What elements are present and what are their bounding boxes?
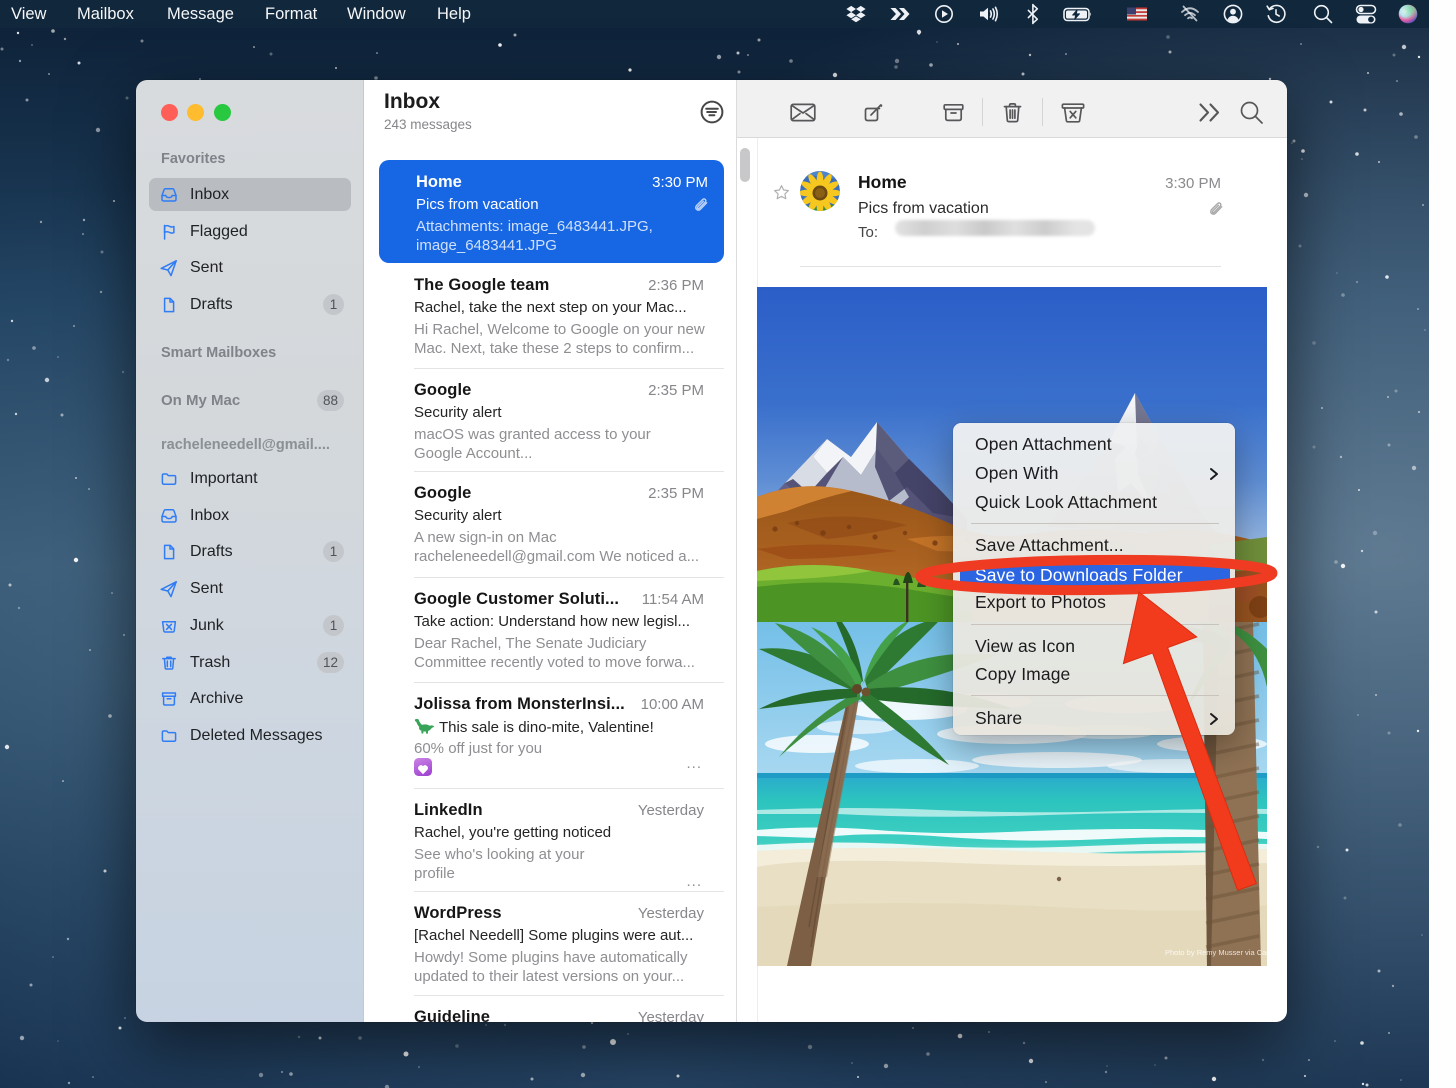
svg-text:Photo by Remy Musser via Canva: Photo by Remy Musser via Canva bbox=[1165, 948, 1267, 957]
